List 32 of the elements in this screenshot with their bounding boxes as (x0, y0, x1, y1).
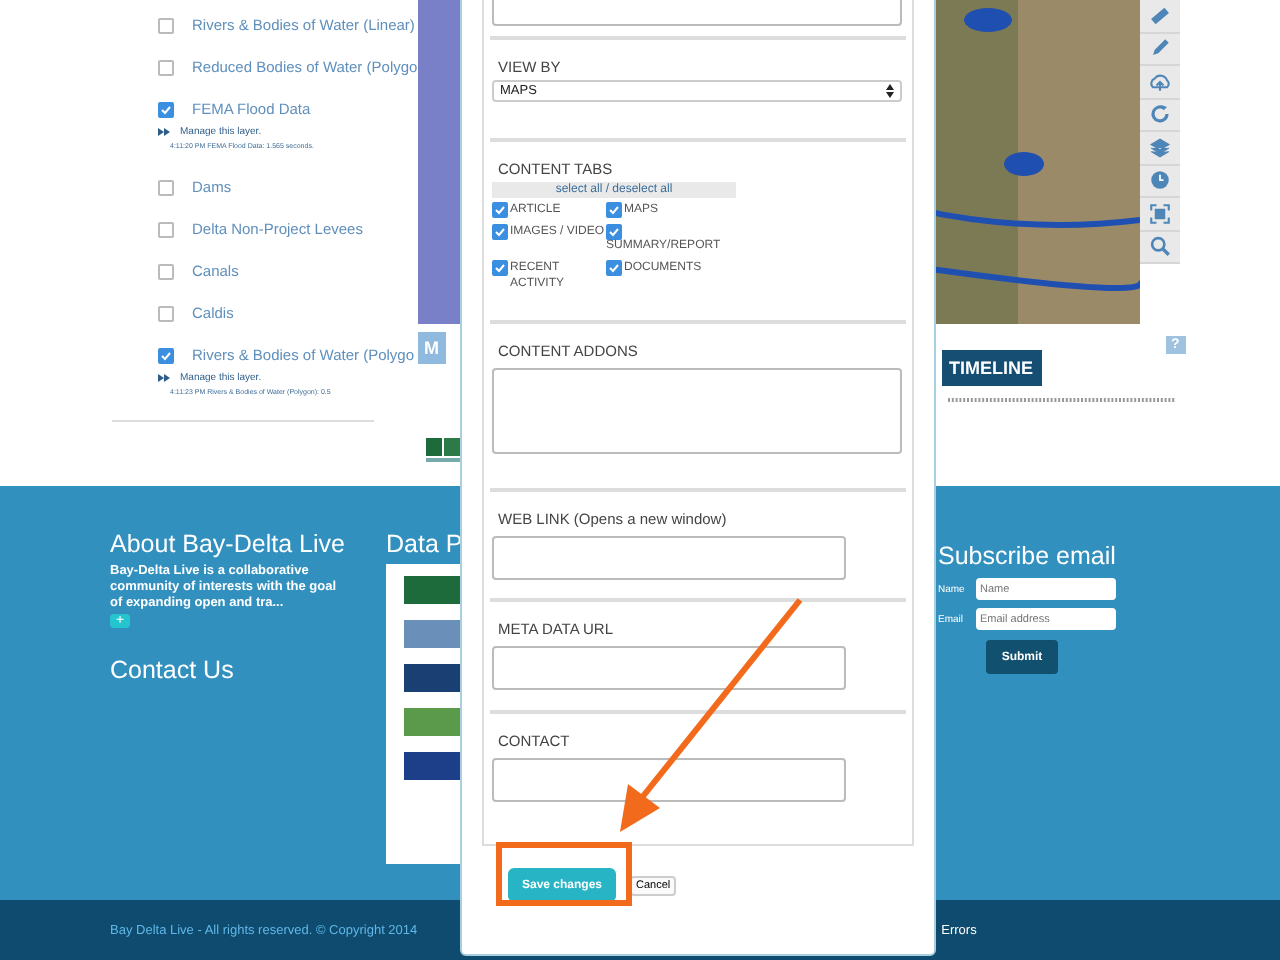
checkbox[interactable] (606, 202, 622, 218)
about-heading: About Bay-Delta Live (110, 530, 345, 558)
checkbox[interactable] (492, 260, 508, 276)
updown-icon (886, 84, 894, 98)
highlight-box (496, 842, 632, 906)
checkbox[interactable] (158, 179, 174, 195)
checkbox[interactable] (158, 17, 174, 33)
checkbox[interactable] (158, 263, 174, 279)
text-area[interactable] (492, 758, 846, 802)
fullscreen-icon[interactable] (1146, 199, 1174, 228)
checkbox[interactable] (606, 224, 622, 240)
fast-forward-icon (158, 127, 170, 135)
layers-icon[interactable] (1146, 133, 1174, 162)
data-providers-heading: Data P (386, 530, 465, 558)
search-icon[interactable] (1146, 232, 1174, 261)
checkbox[interactable] (158, 59, 174, 75)
contact-heading: Contact Us (110, 656, 234, 684)
timeline-button[interactable]: TIMELINE (941, 350, 1041, 386)
text-area[interactable] (492, 536, 846, 580)
subscribe-heading: Subscribe email (938, 542, 1116, 570)
checkbox[interactable] (492, 202, 508, 218)
checkbox[interactable] (492, 224, 508, 240)
checkbox[interactable] (158, 221, 174, 237)
text-area[interactable] (492, 646, 846, 690)
text-area[interactable] (492, 0, 902, 26)
checkbox[interactable] (158, 101, 174, 117)
text-area[interactable] (492, 368, 902, 454)
clock-icon[interactable] (1146, 166, 1174, 195)
checkbox[interactable] (606, 260, 622, 276)
checkbox[interactable] (158, 305, 174, 321)
fast-forward-icon (158, 373, 170, 381)
checkbox[interactable] (158, 347, 174, 363)
